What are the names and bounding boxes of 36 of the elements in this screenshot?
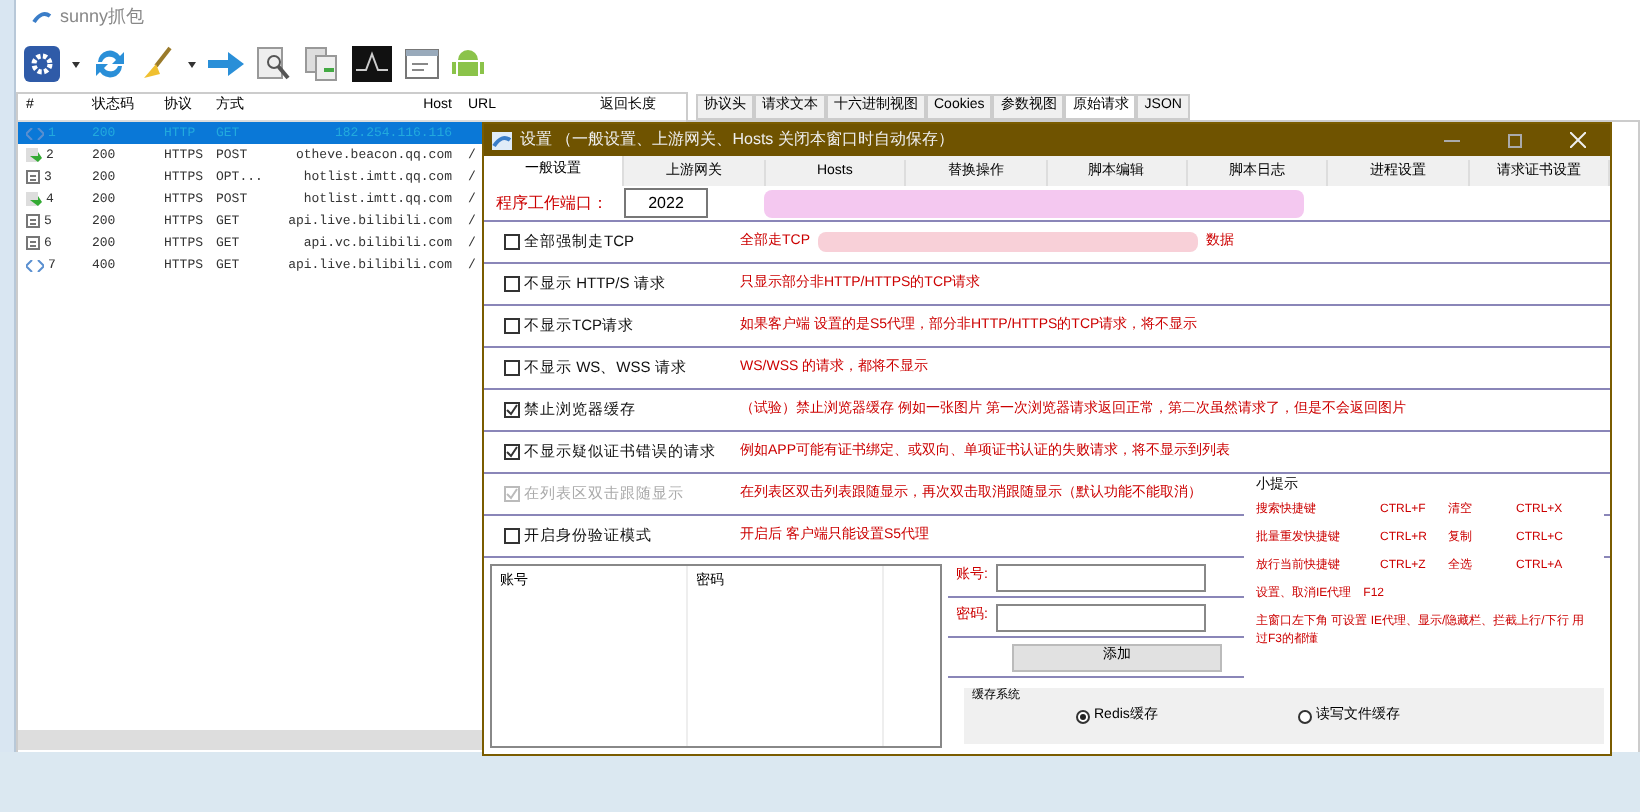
app-icon: [32, 10, 52, 26]
chart-icon[interactable]: [352, 46, 392, 82]
close-icon[interactable]: [1570, 132, 1586, 148]
arrows-icon: [26, 259, 44, 271]
account-field[interactable]: [995, 563, 1206, 591]
document-icon: [26, 214, 40, 228]
arrow-right-icon[interactable]: [208, 50, 244, 78]
broom-icon[interactable]: [140, 46, 176, 82]
radio-button[interactable]: [1076, 709, 1090, 724]
arrows-icon: [26, 127, 44, 139]
arrow-icon: [26, 148, 42, 162]
checkbox[interactable]: [504, 318, 520, 334]
document-icon: [26, 236, 40, 250]
checkbox[interactable]: [504, 360, 520, 376]
checkbox[interactable]: [504, 444, 520, 460]
checkbox[interactable]: [504, 402, 520, 418]
app-icon: [492, 131, 512, 149]
maximize-icon[interactable]: [1508, 133, 1522, 147]
checkbox[interactable]: [504, 276, 520, 292]
caret-icon[interactable]: [72, 61, 80, 67]
pages-icon[interactable]: [304, 46, 340, 82]
port-field[interactable]: 2022: [624, 188, 708, 218]
magnifier-icon[interactable]: [256, 46, 292, 82]
document-icon: [26, 170, 40, 184]
window-icon[interactable]: [404, 48, 440, 80]
checkbox[interactable]: [504, 528, 520, 544]
caret-icon[interactable]: [188, 61, 196, 67]
radio-button[interactable]: [1297, 709, 1312, 724]
arrow-icon: [26, 192, 42, 206]
minimize-icon[interactable]: [1444, 139, 1460, 141]
port-label: 程序工作端口：: [496, 191, 608, 215]
password-field[interactable]: [995, 603, 1206, 631]
refresh-icon[interactable]: [92, 46, 128, 82]
window-title: sunny抓包: [60, 4, 145, 31]
checkbox[interactable]: [504, 234, 520, 250]
settings-icon[interactable]: [24, 46, 60, 82]
